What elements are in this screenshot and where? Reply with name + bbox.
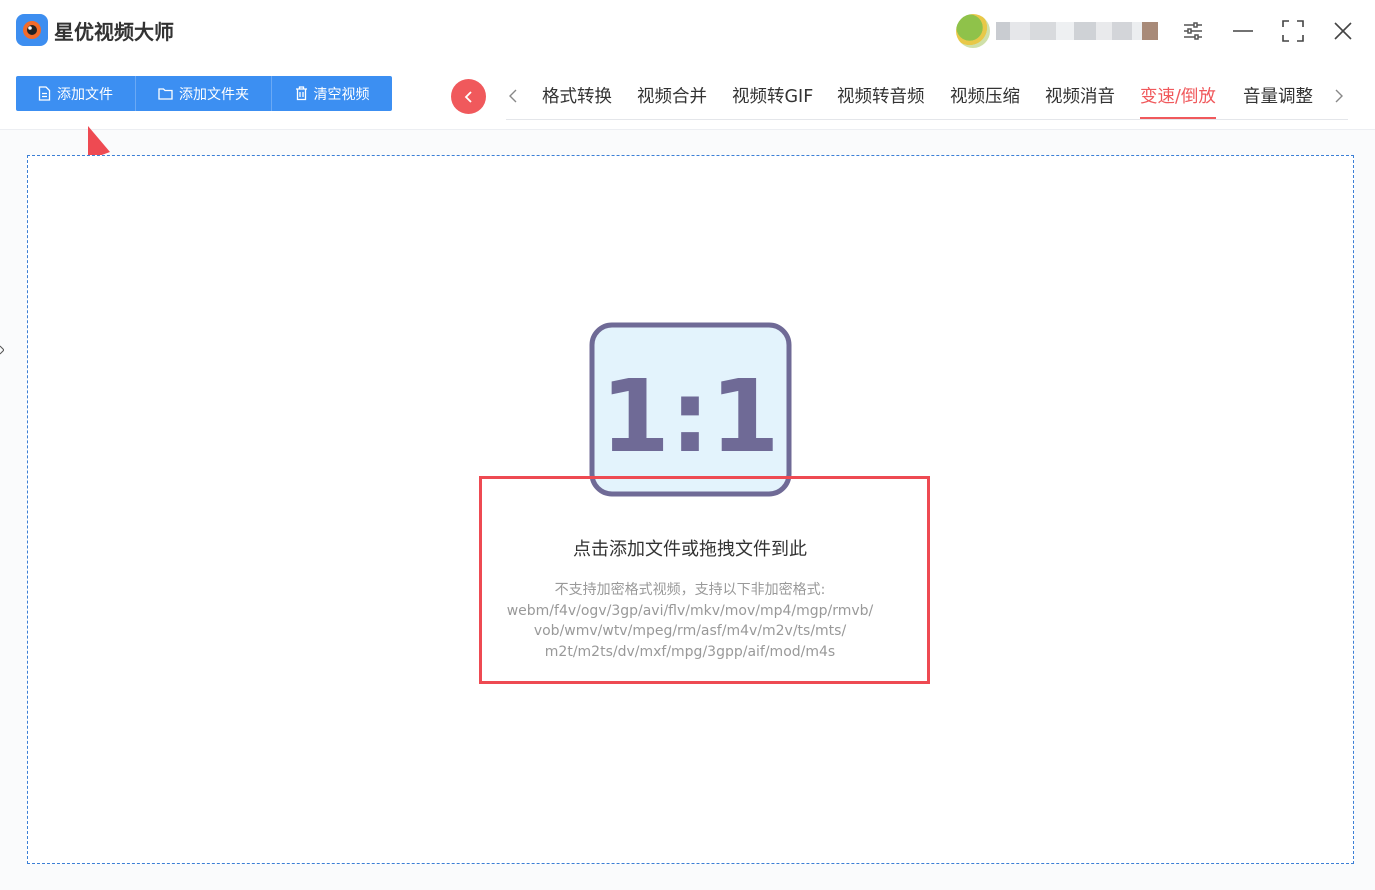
feature-tabs: 格式转换 视频合并 视频转GIF 视频转音频 视频压缩 视频消音 变速/倒放 音…: [506, 62, 1348, 120]
tab-video-to-audio[interactable]: 视频转音频: [837, 83, 925, 119]
close-icon[interactable]: [1328, 16, 1358, 46]
tab-format-convert[interactable]: 格式转换: [542, 83, 612, 119]
tabs-scroll-right-icon[interactable]: [1332, 86, 1346, 106]
minimize-icon[interactable]: [1228, 16, 1258, 46]
hint-line: m2t/m2ts/dv/mxf/mpg/3gpp/aif/mod/m4s: [544, 643, 836, 660]
supported-formats-hint: 不支持加密格式视频，支持以下非加密格式: webm/f4v/ogv/3gp/av…: [460, 580, 920, 662]
hint-line: vob/wmv/wtv/mpeg/rm/asf/m4v/m2v/ts/mts/: [533, 623, 847, 639]
username-redacted: [996, 22, 1158, 40]
title-bar: 星优视频大师: [0, 0, 1375, 62]
avatar[interactable]: [956, 14, 990, 48]
clear-videos-label: 清空视频: [313, 86, 370, 103]
left-edge-fragment: [0, 340, 5, 360]
app-logo-icon: [16, 14, 48, 46]
hint-line: webm/f4v/ogv/3gp/avi/flv/mkv/mov/mp4/mgp…: [506, 602, 874, 619]
clear-videos-button[interactable]: 清空视频: [272, 76, 392, 111]
settings-sliders-icon[interactable]: [1178, 16, 1208, 46]
collapse-chevron-button[interactable]: [451, 79, 486, 114]
add-folder-label: 添加文件夹: [179, 86, 249, 103]
app-title: 星优视频大师: [54, 20, 174, 44]
trash-icon: [295, 86, 307, 101]
maximize-icon[interactable]: [1278, 16, 1308, 46]
tab-video-merge[interactable]: 视频合并: [637, 83, 707, 119]
tab-volume-adjust[interactable]: 音量调整: [1243, 83, 1313, 119]
tab-video-mute[interactable]: 视频消音: [1045, 83, 1115, 119]
add-file-button[interactable]: 添加文件: [16, 76, 136, 111]
chevron-left-icon: [464, 90, 472, 103]
file-button-group: 添加文件 添加文件夹 清空视频: [16, 76, 392, 111]
tabs-scroll-left-icon[interactable]: [506, 86, 520, 106]
hint-line: 不支持加密格式视频，支持以下非加密格式:: [554, 582, 826, 598]
drop-zone-title: 点击添加文件或拖拽文件到此: [573, 539, 807, 560]
folder-icon: [158, 88, 173, 100]
aspect-ratio-icon: 1:1: [589, 322, 792, 497]
user-account[interactable]: [956, 14, 1160, 50]
tab-video-to-gif[interactable]: 视频转GIF: [732, 83, 813, 119]
app-window: 星优视频大师 添加文件 添加文件夹 清空视频 格式转换 视频合并 视频转GIF …: [0, 0, 1375, 890]
toolbar: 添加文件 添加文件夹 清空视频 格式转换 视频合并 视频转GIF 视频转音频 视…: [0, 62, 1375, 130]
add-file-label: 添加文件: [57, 86, 113, 103]
tab-speed-reverse[interactable]: 变速/倒放: [1140, 83, 1216, 119]
file-icon: [38, 86, 51, 101]
tab-video-compress[interactable]: 视频压缩: [950, 83, 1020, 119]
aspect-ratio-text: 1:1: [600, 358, 779, 475]
add-folder-button[interactable]: 添加文件夹: [136, 76, 272, 111]
